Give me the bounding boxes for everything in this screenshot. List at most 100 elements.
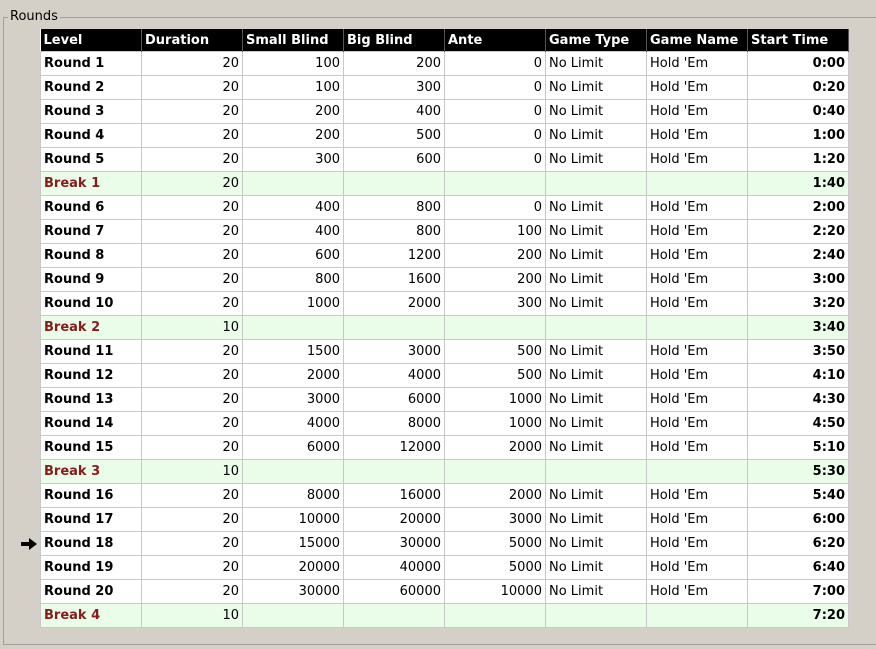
cell-level[interactable]: Break 3 xyxy=(40,459,142,484)
cell-ante[interactable]: 5000 xyxy=(444,531,546,556)
table-row[interactable]: Round 7 20 400 800 100 No Limit Hold 'Em 2:20 xyxy=(40,219,849,244)
cell-level[interactable]: Round 15 xyxy=(40,435,142,460)
cell-small-blind[interactable]: 2000 xyxy=(242,363,344,388)
cell-game-name[interactable] xyxy=(646,171,748,196)
cell-ante[interactable]: 0 xyxy=(444,123,546,148)
cell-ante[interactable]: 0 xyxy=(444,195,546,220)
cell-small-blind[interactable] xyxy=(242,315,344,340)
table-row[interactable]: Round 9 20 800 1600 200 No Limit Hold 'Em 3:00 xyxy=(40,267,849,292)
cell-level[interactable]: Round 9 xyxy=(40,267,142,292)
cell-game-name[interactable]: Hold 'Em xyxy=(646,555,748,580)
cell-level[interactable]: Round 20 xyxy=(40,579,142,604)
cell-big-blind[interactable]: 6000 xyxy=(343,387,445,412)
cell-ante[interactable]: 300 xyxy=(444,291,546,316)
cell-ante[interactable] xyxy=(444,171,546,196)
cell-small-blind[interactable]: 200 xyxy=(242,123,344,148)
cell-start-time[interactable]: 0:00 xyxy=(747,51,849,76)
cell-game-type[interactable]: No Limit xyxy=(545,51,647,76)
cell-game-name[interactable]: Hold 'Em xyxy=(646,579,748,604)
cell-game-name[interactable]: Hold 'Em xyxy=(646,339,748,364)
cell-start-time[interactable]: 7:00 xyxy=(747,579,849,604)
cell-start-time[interactable]: 1:40 xyxy=(747,171,849,196)
table-row[interactable]: Round 19 20 20000 40000 5000 No Limit Hold 'Em… xyxy=(40,555,849,580)
cell-small-blind[interactable]: 600 xyxy=(242,243,344,268)
cell-start-time[interactable]: 3:00 xyxy=(747,267,849,292)
column-header-small-blind[interactable]: Small Blind xyxy=(242,29,344,52)
column-header-level[interactable]: Level xyxy=(40,29,142,52)
cell-level[interactable]: Round 11 xyxy=(40,339,142,364)
cell-small-blind[interactable] xyxy=(242,171,344,196)
cell-big-blind[interactable]: 300 xyxy=(343,75,445,100)
cell-small-blind[interactable]: 20000 xyxy=(242,555,344,580)
cell-big-blind[interactable]: 200 xyxy=(343,51,445,76)
cell-duration[interactable]: 20 xyxy=(141,579,243,604)
cell-game-type[interactable]: No Limit xyxy=(545,291,647,316)
cell-duration[interactable]: 20 xyxy=(141,555,243,580)
table-row[interactable]: Round 11 20 1500 3000 500 No Limit Hold 'Em 3:5… xyxy=(40,339,849,364)
cell-duration[interactable]: 20 xyxy=(141,267,243,292)
column-header-big-blind[interactable]: Big Blind xyxy=(343,29,445,52)
cell-game-name[interactable]: Hold 'Em xyxy=(646,507,748,532)
cell-start-time[interactable]: 6:40 xyxy=(747,555,849,580)
cell-start-time[interactable]: 2:20 xyxy=(747,219,849,244)
column-header-start-time[interactable]: Start Time xyxy=(747,29,849,52)
cell-big-blind[interactable]: 1200 xyxy=(343,243,445,268)
cell-big-blind[interactable]: 30000 xyxy=(343,531,445,556)
cell-game-name[interactable] xyxy=(646,315,748,340)
cell-game-name[interactable]: Hold 'Em xyxy=(646,531,748,556)
table-row-break[interactable]: Break 4 10 7:20 xyxy=(40,603,849,628)
cell-small-blind[interactable]: 1000 xyxy=(242,291,344,316)
cell-ante[interactable] xyxy=(444,603,546,628)
cell-big-blind[interactable]: 16000 xyxy=(343,483,445,508)
cell-start-time[interactable]: 1:00 xyxy=(747,123,849,148)
cell-game-type[interactable]: No Limit xyxy=(545,123,647,148)
cell-start-time[interactable]: 3:20 xyxy=(747,291,849,316)
cell-game-type[interactable] xyxy=(545,459,647,484)
cell-game-type[interactable]: No Limit xyxy=(545,243,647,268)
cell-duration[interactable]: 20 xyxy=(141,411,243,436)
cell-game-name[interactable]: Hold 'Em xyxy=(646,51,748,76)
cell-ante[interactable]: 0 xyxy=(444,75,546,100)
cell-game-type[interactable]: No Limit xyxy=(545,363,647,388)
table-row[interactable]: Round 13 20 3000 6000 1000 No Limit Hold 'Em 4:… xyxy=(40,387,849,412)
table-row-break[interactable]: Break 2 10 3:40 xyxy=(40,315,849,340)
table-row[interactable]: Round 16 20 8000 16000 2000 No Limit Hold 'Em 5… xyxy=(40,483,849,508)
cell-level[interactable]: Break 2 xyxy=(40,315,142,340)
cell-small-blind[interactable]: 100 xyxy=(242,75,344,100)
cell-small-blind[interactable]: 15000 xyxy=(242,531,344,556)
table-row[interactable]: Round 17 20 10000 20000 3000 No Limit Hold 'Em… xyxy=(40,507,849,532)
cell-start-time[interactable]: 5:30 xyxy=(747,459,849,484)
cell-game-name[interactable]: Hold 'Em xyxy=(646,435,748,460)
cell-small-blind[interactable]: 8000 xyxy=(242,483,344,508)
cell-game-name[interactable]: Hold 'Em xyxy=(646,387,748,412)
cell-game-type[interactable]: No Limit xyxy=(545,507,647,532)
cell-big-blind[interactable]: 12000 xyxy=(343,435,445,460)
cell-ante[interactable]: 0 xyxy=(444,51,546,76)
table-row[interactable]: Round 12 20 2000 4000 500 No Limit Hold 'Em 4:1… xyxy=(40,363,849,388)
cell-start-time[interactable]: 0:40 xyxy=(747,99,849,124)
cell-start-time[interactable]: 2:00 xyxy=(747,195,849,220)
cell-level[interactable]: Break 4 xyxy=(40,603,142,628)
cell-start-time[interactable]: 4:10 xyxy=(747,363,849,388)
cell-big-blind[interactable]: 3000 xyxy=(343,339,445,364)
cell-ante[interactable]: 500 xyxy=(444,339,546,364)
column-header-duration[interactable]: Duration xyxy=(141,29,243,52)
table-row[interactable]: Round 18 20 15000 30000 5000 No Limit Hold 'Em… xyxy=(40,531,849,556)
cell-big-blind[interactable] xyxy=(343,315,445,340)
cell-big-blind[interactable]: 800 xyxy=(343,195,445,220)
cell-small-blind[interactable]: 100 xyxy=(242,51,344,76)
cell-start-time[interactable]: 2:40 xyxy=(747,243,849,268)
cell-start-time[interactable]: 4:30 xyxy=(747,387,849,412)
cell-game-type[interactable]: No Limit xyxy=(545,99,647,124)
table-row[interactable]: Round 10 20 1000 2000 300 No Limit Hold 'Em 3:2… xyxy=(40,291,849,316)
cell-ante[interactable] xyxy=(444,459,546,484)
cell-game-name[interactable]: Hold 'Em xyxy=(646,75,748,100)
cell-level[interactable]: Round 19 xyxy=(40,555,142,580)
cell-big-blind[interactable]: 4000 xyxy=(343,363,445,388)
cell-ante[interactable]: 200 xyxy=(444,267,546,292)
cell-game-type[interactable]: No Limit xyxy=(545,555,647,580)
cell-level[interactable]: Round 17 xyxy=(40,507,142,532)
cell-level[interactable]: Break 1 xyxy=(40,171,142,196)
cell-ante[interactable]: 500 xyxy=(444,363,546,388)
rounds-grid[interactable]: Level Duration Small Blind Big Blind Ant… xyxy=(40,29,849,628)
